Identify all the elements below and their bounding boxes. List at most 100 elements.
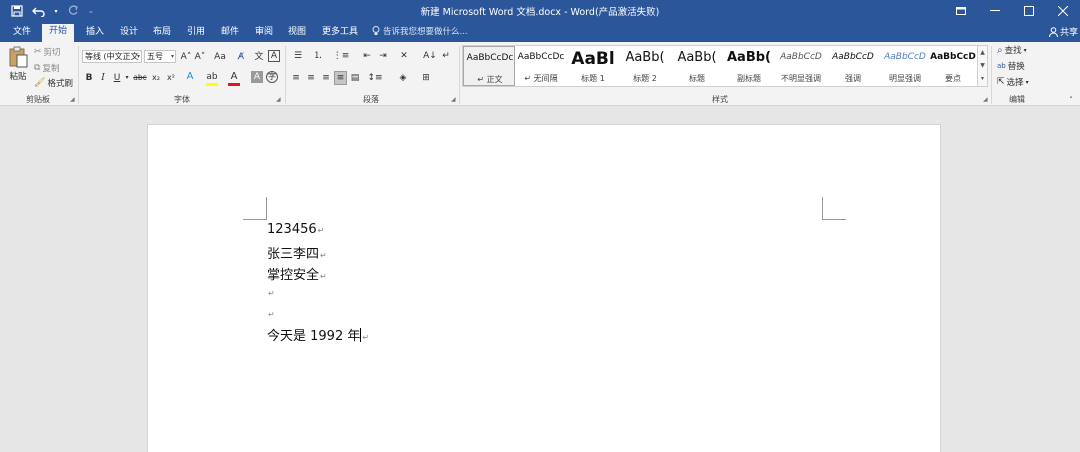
style-subtle-emphasis[interactable]: AaBbCcD 不明显强调 [775,46,827,86]
more-styles-icon[interactable]: ▾ [978,72,987,85]
style-subtitle[interactable]: AaBb( 副标题 [723,46,775,86]
increase-indent-icon[interactable]: ⇥ [376,50,390,62]
tab-design[interactable]: 设计 [113,25,145,42]
multilevel-list-icon[interactable]: ⋮≡ [332,50,350,62]
tab-references[interactable]: 引用 [180,25,212,42]
distributed-icon[interactable]: ▤ [349,72,361,84]
grow-font-icon[interactable]: A˄ [180,51,192,63]
text-effects-icon[interactable]: A [184,71,196,83]
save-icon[interactable] [8,3,26,19]
minimize-icon[interactable] [978,0,1012,22]
bold-icon[interactable]: B [84,72,94,84]
chinese-layout-icon[interactable]: ✕ [396,50,412,62]
clipboard-group-label: 剪贴板 [26,95,50,104]
undo-icon[interactable] [30,3,48,19]
document-line: 掌控安全↵ [267,264,327,283]
format-painter-label: 格式刷 [47,79,73,89]
styles-gallery: AaBbCcDc ↵ 正文 AaBbCcDc ↵ 无间隔 AaBl 标题 1 A… [462,45,988,87]
style-intense-emphasis[interactable]: AaBbCcD 明显强调 [879,46,931,86]
sort-icon[interactable]: A↓ [422,50,438,62]
ribbon-display-options-icon[interactable] [944,0,978,22]
borders-icon[interactable]: ⊞ [418,72,434,84]
style-preview: AaBb( [727,50,771,65]
font-size-combo[interactable]: 五号 ▾ [144,50,176,63]
style-name: 明显强调 [889,74,921,83]
clear-formatting-icon[interactable]: A̸ [236,51,246,63]
tab-layout[interactable]: 布局 [146,25,178,42]
customize-qat-icon[interactable]: ₌ [86,3,96,19]
italic-icon[interactable]: I [98,72,108,84]
paragraph-mark: ↵ [320,251,327,260]
tab-view[interactable]: 视图 [281,25,313,42]
superscript-icon[interactable]: x² [165,72,177,84]
copy-button[interactable]: ⧉ 复制 [34,62,59,74]
chevron-down-icon: ▾ [1025,78,1029,86]
underline-dropdown-icon[interactable]: ▾ [124,72,130,84]
font-launcher-icon[interactable]: ◢ [276,96,281,103]
change-case-icon[interactable]: Aa [211,51,229,63]
numbering-icon[interactable]: ⒈ [310,50,326,62]
collapse-ribbon-icon[interactable]: ˄ [1066,94,1076,106]
group-separator [78,46,79,104]
underline-icon[interactable]: U [112,72,122,84]
paste-button[interactable]: 粘贴 [6,46,30,90]
select-button[interactable]: ⇱ 选择 ▾ [997,76,1029,88]
cursor-icon: ⇱ [997,77,1005,87]
style-title[interactable]: AaBb( 标题 [671,46,723,86]
document-page[interactable]: 123456↵ 张三李四↵ 掌控安全↵ ↵ ↵ 今天是 1992 年 ↵ [147,124,941,452]
line-spacing-icon[interactable]: ↕≡ [367,72,383,84]
undo-dropdown-icon[interactable]: ▾ [52,3,60,19]
clipboard-launcher-icon[interactable]: ◢ [70,96,75,103]
decrease-indent-icon[interactable]: ⇤ [360,50,374,62]
cut-button[interactable]: ✂ 剪切 [34,46,61,58]
style-preview: AaBbCcD [884,52,926,62]
bullets-icon[interactable]: ☰ [290,50,306,62]
font-color-icon[interactable]: A [228,71,240,86]
character-shading-icon[interactable]: A [251,71,263,83]
strikethrough-icon[interactable]: abc [133,72,147,84]
tab-insert[interactable]: 插入 [79,25,111,42]
style-name: 强调 [845,74,861,83]
style-strong[interactable]: AaBbCcD 要点 [927,46,979,86]
tell-me-box[interactable]: 告诉我您想要做什么... [372,25,468,37]
phonetic-guide-icon[interactable]: 文 [254,51,264,63]
close-icon[interactable] [1046,0,1080,22]
align-right-icon[interactable]: ≡ [320,72,332,84]
style-emphasis[interactable]: AaBbCcD 强调 [827,46,879,86]
redo-icon[interactable] [64,3,82,19]
style-heading-1[interactable]: AaBl 标题 1 [567,46,619,86]
enclose-characters-icon[interactable]: 字 [266,71,278,83]
paragraph-launcher-icon[interactable]: ◢ [451,96,456,103]
share-button[interactable]: 共享 [1048,25,1078,38]
shrink-font-icon[interactable]: A˅ [194,51,206,63]
replace-button[interactable]: ab 替换 [997,60,1025,72]
document-line: ↵ [267,285,275,300]
subscript-icon[interactable]: x₂ [150,72,162,84]
style-name: 标题 1 [581,74,605,83]
scroll-up-icon[interactable]: ▲ [978,46,987,59]
paragraph-mark: ↵ [317,226,325,235]
style-heading-2[interactable]: AaBb( 标题 2 [619,46,671,86]
maximize-icon[interactable] [1012,0,1046,22]
shading-icon[interactable]: ◈ [395,72,411,84]
justify-icon[interactable]: ≡ [334,71,347,85]
character-border-icon[interactable]: A [268,50,280,62]
style-no-spacing[interactable]: AaBbCcDc ↵ 无间隔 [515,46,567,86]
font-name-combo[interactable]: 等线 (中文正文 ▾ [82,50,142,63]
highlight-icon[interactable]: ab [205,71,219,86]
paragraph-mark: ↵ [320,272,327,281]
tab-mailings[interactable]: 邮件 [214,25,246,42]
tab-more-tools[interactable]: 更多工具 [315,25,365,42]
style-normal[interactable]: AaBbCcDc ↵ 正文 [463,46,515,86]
styles-launcher-icon[interactable]: ◢ [983,96,988,103]
tab-review[interactable]: 审阅 [248,25,280,42]
tab-home[interactable]: 开始 [42,24,75,42]
align-center-icon[interactable]: ≡ [305,72,317,84]
scroll-down-icon[interactable]: ▼ [978,59,987,72]
align-left-icon[interactable]: ≡ [290,72,302,84]
format-painter-button[interactable]: 🖌 格式刷 [34,77,73,89]
tab-file[interactable]: 文件 [6,25,38,42]
show-marks-icon[interactable]: ↵ [440,50,452,62]
find-button[interactable]: ⌕ 查找 ▾ [997,44,1027,57]
style-name: 标题 2 [633,74,657,83]
